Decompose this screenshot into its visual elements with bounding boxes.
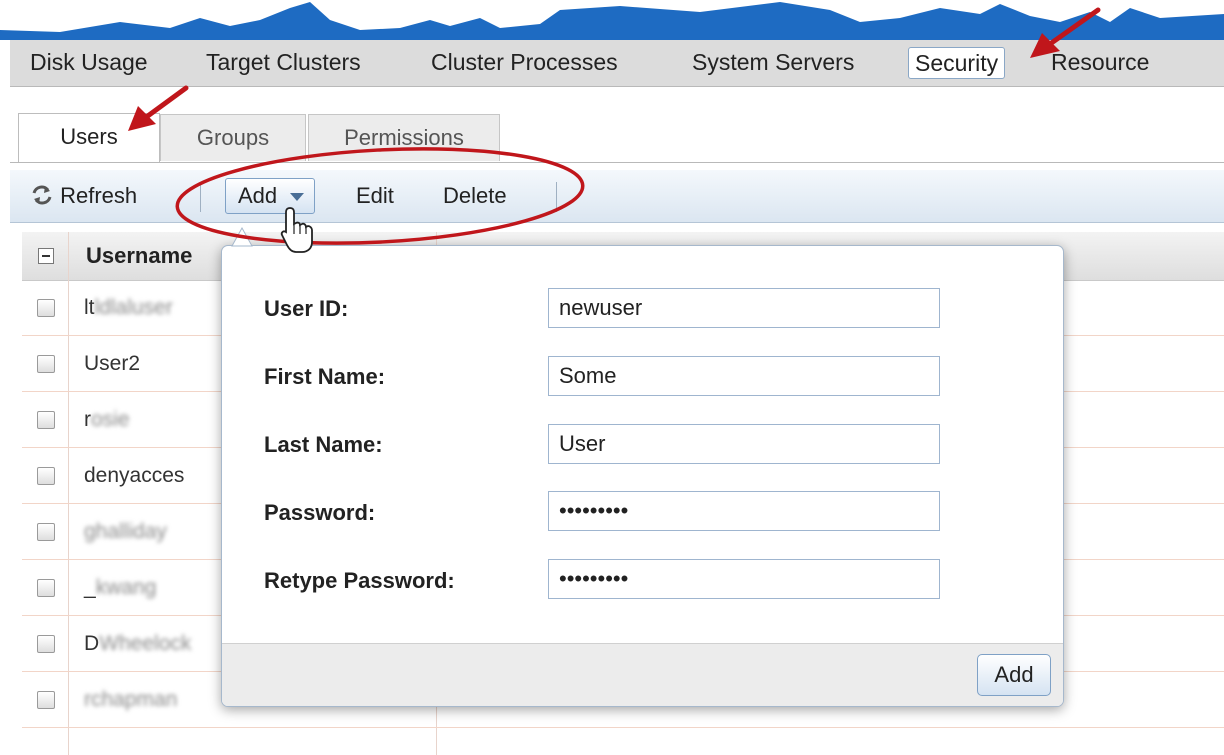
last-name-field[interactable] xyxy=(548,424,940,464)
refresh-label: Refresh xyxy=(60,183,138,208)
username-cell: ghalliday xyxy=(84,520,167,543)
top-tab-security[interactable]: Security xyxy=(908,47,1006,79)
refresh-icon xyxy=(32,185,52,205)
row-checkbox[interactable] xyxy=(37,635,55,653)
top-tab-resource[interactable]: Resource xyxy=(1045,46,1155,78)
top-nav-bar: Disk Usage Target Clusters Cluster Proce… xyxy=(10,40,1224,87)
refresh-button[interactable]: Refresh xyxy=(30,180,137,212)
add-user-button[interactable]: Add xyxy=(225,178,315,214)
add-user-dialog: User ID: First Name: Last Name: Password… xyxy=(221,245,1064,707)
username-cell: _kwang xyxy=(84,576,157,599)
first-name-label: First Name: xyxy=(264,364,386,389)
dialog-add-button[interactable]: Add xyxy=(977,654,1051,696)
retype-password-field[interactable] xyxy=(548,559,940,599)
security-sub-tabs: Users Groups Permissions xyxy=(10,87,1224,163)
activity-chart-strip xyxy=(0,2,1224,40)
username-cell: rosie xyxy=(84,408,130,431)
top-tab-system-servers[interactable]: System Servers xyxy=(686,46,860,78)
username-cell: denyacces xyxy=(84,464,185,487)
tab-users[interactable]: Users xyxy=(18,113,160,162)
delete-button[interactable]: Delete xyxy=(443,180,507,212)
username-cell: DWheelock xyxy=(84,632,192,655)
add-label: Add xyxy=(238,183,278,208)
row-checkbox[interactable] xyxy=(37,691,55,709)
last-name-label: Last Name: xyxy=(264,432,383,457)
edit-button[interactable]: Edit xyxy=(356,180,394,212)
row-checkbox[interactable] xyxy=(37,299,55,317)
toolbar-separator xyxy=(556,182,557,212)
username-cell: ltldlaluser xyxy=(84,296,173,319)
user-id-label: User ID: xyxy=(264,296,349,321)
row-checkbox[interactable] xyxy=(37,411,55,429)
screenshot-frame: Disk Usage Target Clusters Cluster Proce… xyxy=(0,0,1224,755)
tab-groups[interactable]: Groups xyxy=(160,114,306,161)
top-tab-disk-usage[interactable]: Disk Usage xyxy=(24,46,154,78)
row-checkbox[interactable] xyxy=(37,523,55,541)
username-cell: rchapman xyxy=(84,688,178,711)
password-label: Password: xyxy=(264,500,376,525)
first-name-field[interactable] xyxy=(548,356,940,396)
caret-down-icon xyxy=(290,193,304,201)
row-checkbox[interactable] xyxy=(37,467,55,485)
dialog-footer: Add xyxy=(222,643,1063,706)
users-toolbar: Refresh Add Edit Delete xyxy=(10,170,1224,223)
row-checkbox[interactable] xyxy=(37,355,55,373)
select-all-checkbox[interactable] xyxy=(38,248,54,264)
top-tab-target-clusters[interactable]: Target Clusters xyxy=(200,46,367,78)
username-cell: User2 xyxy=(84,352,141,375)
top-tab-cluster-processes[interactable]: Cluster Processes xyxy=(425,46,624,78)
toolbar-separator xyxy=(200,182,201,212)
retype-password-label: Retype Password: xyxy=(264,568,455,593)
row-checkbox[interactable] xyxy=(37,579,55,597)
password-field[interactable] xyxy=(548,491,940,531)
tab-permissions[interactable]: Permissions xyxy=(308,114,500,161)
column-header-username[interactable]: Username xyxy=(86,232,192,280)
user-id-field[interactable] xyxy=(548,288,940,328)
